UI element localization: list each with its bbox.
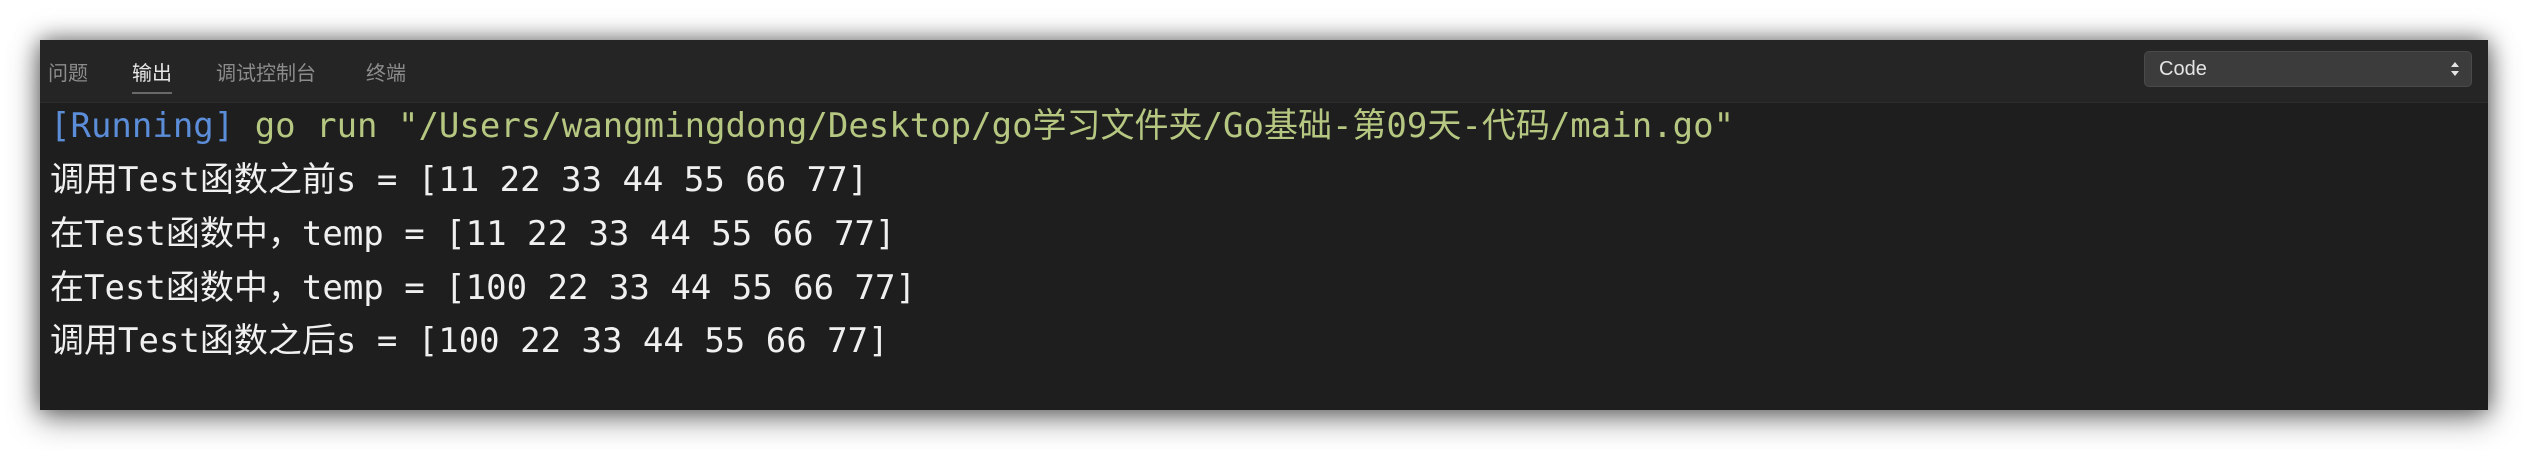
- tab-terminal[interactable]: 终端: [366, 56, 406, 90]
- running-tag: [Running]: [50, 106, 235, 146]
- output-channel-select[interactable]: Code: [2144, 51, 2472, 87]
- run-command-line: [Running] go run "/Users/wangmingdong/De…: [50, 102, 1734, 150]
- output-line: 调用Test函数之前s = [11 22 33 44 55 66 77]: [50, 160, 869, 200]
- panel-header: 问题 输出 调试控制台 终端 Code: [40, 40, 2488, 103]
- tab-problems[interactable]: 问题: [48, 56, 88, 90]
- output-line: 调用Test函数之后s = [100 22 33 44 55 66 77]: [50, 321, 889, 361]
- select-chevron-icon: [2451, 62, 2459, 76]
- output-line: 在Test函数中，temp = [11 22 33 44 55 66 77]: [50, 214, 896, 254]
- output-panel: 问题 输出 调试控制台 终端 Code [Running] go run "/U…: [40, 40, 2488, 410]
- tab-debug-console[interactable]: 调试控制台: [216, 56, 316, 90]
- run-command: go run "/Users/wangmingdong/Desktop/go学习…: [234, 106, 1735, 146]
- tab-output[interactable]: 输出: [132, 56, 172, 94]
- output-channel-value: Code: [2159, 58, 2207, 80]
- output-line: 在Test函数中，temp = [100 22 33 44 55 66 77]: [50, 268, 916, 308]
